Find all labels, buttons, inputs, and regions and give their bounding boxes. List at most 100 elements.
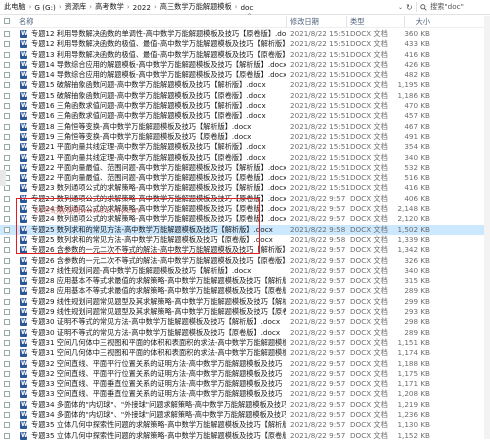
- row-checkbox[interactable]: [4, 298, 10, 305]
- row-checkbox[interactable]: [4, 360, 10, 367]
- row-checkbox[interactable]: [4, 432, 10, 439]
- file-row[interactable]: 专题29 线性规划问题常见题型及其求解策略-高中数学万能解题模板及技巧【解析版】…: [0, 297, 490, 307]
- file-row[interactable]: 专题24 数列通项公式的求解策略-高中数学万能解题模板及技巧【原卷版】.docx…: [0, 204, 490, 214]
- file-name[interactable]: 专题22 平面向量最值、范围问题-高中数学万能解题模板及技巧【原卷版】.docx: [31, 173, 286, 183]
- file-row[interactable]: 专题23 数列通项公式的求解策略-高中数学万能解题模板及技巧【原卷版】.docx…: [0, 194, 490, 204]
- file-row[interactable]: 专题33 空间直线、平面垂直位置关系的证明方法-高中数学万能解题模板及技巧【原卷…: [0, 389, 490, 400]
- file-row[interactable]: 专题30 证明不等式的常见方法-高中数学万能解题模板及技巧【原卷版】.docx 2…: [0, 328, 490, 338]
- row-checkbox[interactable]: [4, 154, 10, 161]
- row-checkbox[interactable]: [4, 257, 10, 264]
- row-checkbox[interactable]: [4, 350, 10, 357]
- breadcrumb-item[interactable]: 高考数学: [95, 2, 124, 12]
- file-name[interactable]: 专题35 立体几何中探索性问题的求解策略-高中数学万能解题模板及技巧【原卷版】.…: [31, 431, 286, 441]
- file-name[interactable]: 专题28 应用基本不等式求最值的求解策略-高中数学万能解题模板及技巧【原卷版】.…: [31, 286, 286, 296]
- file-row[interactable]: 专题34 多面体的"内切球"、"外接球"问题求解策略-高中数学万能解题模板及技巧…: [0, 410, 490, 420]
- history-dropdown-icon[interactable]: ⌄: [398, 4, 403, 11]
- row-checkbox[interactable]: [4, 92, 10, 99]
- row-checkbox[interactable]: [4, 41, 10, 48]
- file-name[interactable]: 专题24 数列通项公式的求解策略-高中数学万能解题模板及技巧【原卷版】.docx: [31, 214, 286, 224]
- row-checkbox[interactable]: [4, 329, 10, 336]
- search-box[interactable]: 搜索"doc": [416, 2, 489, 12]
- file-name[interactable]: 专题25 数列求和的常见方法-高中数学万能解题模板及技巧【原卷版】.docx: [31, 235, 273, 245]
- row-checkbox[interactable]: [4, 123, 10, 130]
- file-name[interactable]: 专题32 空间直线、平面平行位置关系的证明方法-高中数学万能解题模板及技巧【解析…: [31, 359, 286, 369]
- file-name[interactable]: 专题15 破解抽象函数问题-高中数学万能解题模板及技巧【解析版】.docx: [31, 80, 266, 90]
- file-row[interactable]: 专题26 含参数的一元二次不等式的解法-高中数学万能解题模板及技巧【解析版】.d…: [0, 245, 490, 256]
- row-checkbox[interactable]: [4, 339, 10, 346]
- row-checkbox[interactable]: [4, 309, 10, 316]
- file-name[interactable]: 专题31 空间几何体中三视图和平面的体积和表面积的求法-高中数学万能解题模板及技…: [31, 348, 286, 358]
- file-row[interactable]: 专题14 导数综合应用的解题模板-高中数学万能解题模板及技巧【原卷版】.docx…: [0, 70, 490, 80]
- refresh-icon[interactable]: ↻: [406, 3, 413, 12]
- file-name[interactable]: 专题33 空间直线、平面垂直位置关系的证明方法-高中数学万能解题模板及技巧【原卷…: [31, 389, 286, 399]
- breadcrumb-item[interactable]: 2022: [133, 3, 151, 12]
- column-divider[interactable]: [346, 16, 347, 27]
- file-name[interactable]: 专题30 证明不等式的常见方法-高中数学万能解题模板及技巧【解析版】.docx: [31, 317, 280, 327]
- row-checkbox[interactable]: [4, 103, 10, 110]
- row-checkbox[interactable]: [4, 381, 10, 388]
- file-name[interactable]: 专题30 证明不等式的常见方法-高中数学万能解题模板及技巧【原卷版】.docx: [31, 328, 280, 338]
- file-row[interactable]: 专题28 应用基本不等式求最值的求解策略-高中数学万能解题模板及技巧【原卷版】.…: [0, 286, 490, 297]
- file-row[interactable]: 专题13 利用导数解决函数的极值、最值-高中数学万能解题模板及技巧【原卷版】.d…: [0, 50, 490, 60]
- column-type-header[interactable]: 类型: [350, 17, 364, 27]
- file-row[interactable]: 专题34 多面体的"内切球"、"外接球"问题求解策略-高中数学万能解题模板及技巧…: [0, 400, 490, 410]
- row-checkbox[interactable]: [4, 278, 10, 285]
- row-checkbox[interactable]: [4, 226, 10, 233]
- column-divider[interactable]: [286, 16, 287, 27]
- file-name[interactable]: 专题29 线性规划问题常见题型及其求解策略-高中数学万能解题模板及技巧【解析版】…: [31, 297, 286, 307]
- file-row[interactable]: 专题28 应用基本不等式求最值的求解策略-高中数学万能解题模板及技巧【解析版】.…: [0, 276, 490, 286]
- row-checkbox[interactable]: [4, 51, 10, 58]
- file-row[interactable]: 专题32 空间直线、平面平行位置关系的证明方法-高中数学万能解题模板及技巧【解析…: [0, 359, 490, 369]
- file-name[interactable]: 专题16 三角函数求值问题-高中数学万能解题模板及技巧【原卷版】.docx: [31, 111, 266, 121]
- file-row[interactable]: 专题35 立体几何中探索性问题的求解策略-高中数学万能解题模板及技巧【原卷版】.…: [0, 431, 490, 441]
- breadcrumb-item[interactable]: 此电脑: [4, 2, 26, 12]
- file-name[interactable]: 专题18 三角恒等变换-高中数学万能解题模板及技巧【解析版】.docx: [31, 122, 251, 132]
- column-size-header[interactable]: 大小: [416, 17, 430, 27]
- file-row[interactable]: 专题16 三角函数求值问题-高中数学万能解题模板及技巧【原卷版】.docx 202…: [0, 111, 490, 122]
- file-name[interactable]: 专题26 含参数的一元二次不等式的解法-高中数学万能解题模板及技巧【解析版】.d…: [31, 245, 286, 255]
- file-row[interactable]: 专题29 线性规划问题常见题型及其求解策略-高中数学万能解题模板及技巧【原卷版】…: [0, 307, 490, 317]
- row-checkbox[interactable]: [4, 411, 10, 418]
- row-checkbox[interactable]: [4, 61, 10, 68]
- select-all-checkbox[interactable]: [4, 18, 10, 24]
- row-checkbox[interactable]: [4, 185, 10, 192]
- file-name[interactable]: 专题29 线性规划问题常见题型及其求解策略-高中数学万能解题模板及技巧【原卷版】…: [31, 307, 286, 317]
- file-name[interactable]: 专题16 三角函数求值问题-高中数学万能解题模板及技巧【解析版】.docx: [31, 101, 266, 111]
- file-name[interactable]: 专题27 线性规划问题-高中数学万能解题模板及技巧【解析版】.docx: [31, 266, 251, 276]
- row-checkbox[interactable]: [4, 288, 10, 295]
- row-checkbox[interactable]: [4, 206, 10, 213]
- file-row[interactable]: 专题18 三角恒等变换-高中数学万能解题模板及技巧【解析版】.docx 2021/…: [0, 122, 490, 132]
- file-name[interactable]: 专题34 多面体的"内切球"、"外接球"问题求解策略-高中数学万能解题模板及技巧…: [31, 400, 286, 410]
- file-row[interactable]: 专题27 线性规划问题-高中数学万能解题模板及技巧【解析版】.docx 2021/…: [0, 266, 490, 276]
- file-row[interactable]: 专题35 立体几何中探索性问题的求解策略-高中数学万能解题模板及技巧【解析版】.…: [0, 420, 490, 431]
- search-input[interactable]: 搜索"doc": [430, 2, 464, 12]
- file-row[interactable]: 专题12 利用导数解决函数的极值、最值-高中数学万能解题模板及技巧【解析版】.d…: [0, 39, 490, 50]
- file-name[interactable]: 专题23 数列通项公式的求解策略-高中数学万能解题模板及技巧【原卷版】.docx: [31, 194, 286, 204]
- column-date-header[interactable]: 修改日期: [290, 17, 319, 27]
- column-divider[interactable]: [404, 16, 405, 27]
- file-row[interactable]: 专题23 数列通项公式的求解策略-高中数学万能解题模板及技巧【解析版】.docx…: [0, 183, 490, 194]
- row-checkbox[interactable]: [4, 82, 10, 89]
- row-checkbox[interactable]: [4, 422, 10, 429]
- file-name[interactable]: 专题14 导数综合应用的解题模板-高中数学万能解题模板及技巧【解析版】.docx: [31, 60, 286, 70]
- file-row[interactable]: 专题24 数列通项公式的求解策略-高中数学万能解题模板及技巧【原卷版】.docx…: [0, 214, 490, 225]
- file-row[interactable]: 专题16 三角函数求值问题-高中数学万能解题模板及技巧【解析版】.docx 202…: [0, 101, 490, 111]
- row-checkbox[interactable]: [4, 401, 10, 408]
- breadcrumb-item[interactable]: 资源库: [65, 2, 87, 12]
- file-row[interactable]: 专题25 数列求和的常见方法-高中数学万能解题模板及技巧【原卷版】.docx 20…: [0, 235, 490, 245]
- row-checkbox[interactable]: [4, 133, 10, 140]
- row-checkbox[interactable]: [4, 319, 10, 326]
- file-row[interactable]: 专题26 含参数的一元二次不等式的解法-高中数学万能解题模板及技巧【原卷版】.d…: [0, 256, 490, 266]
- file-name[interactable]: 专题35 立体几何中探索性问题的求解策略-高中数学万能解题模板及技巧【解析版】.…: [31, 420, 286, 430]
- file-name[interactable]: 专题24 数列通项公式的求解策略-高中数学万能解题模板及技巧【原卷版】.docx: [31, 204, 286, 214]
- file-row[interactable]: 专题22 平面向量最值、范围问题-高中数学万能解题模板及技巧【原卷版】.docx…: [0, 173, 490, 183]
- row-checkbox[interactable]: [4, 31, 10, 37]
- file-name[interactable]: 专题12 利用导数解决函数的极值、最值-高中数学万能解题模板及技巧【解析版】.d…: [31, 39, 286, 49]
- breadcrumb-item[interactable]: G (G:): [34, 3, 55, 12]
- row-checkbox[interactable]: [4, 247, 10, 254]
- file-name[interactable]: 专题19 三角恒等变换-高中数学万能解题模板及技巧【原卷版】.docx: [31, 132, 251, 142]
- row-checkbox[interactable]: [4, 195, 10, 202]
- file-row[interactable]: 专题19 三角恒等变换-高中数学万能解题模板及技巧【原卷版】.docx 2021/…: [0, 132, 490, 142]
- row-checkbox[interactable]: [4, 113, 10, 120]
- row-checkbox[interactable]: [4, 370, 10, 377]
